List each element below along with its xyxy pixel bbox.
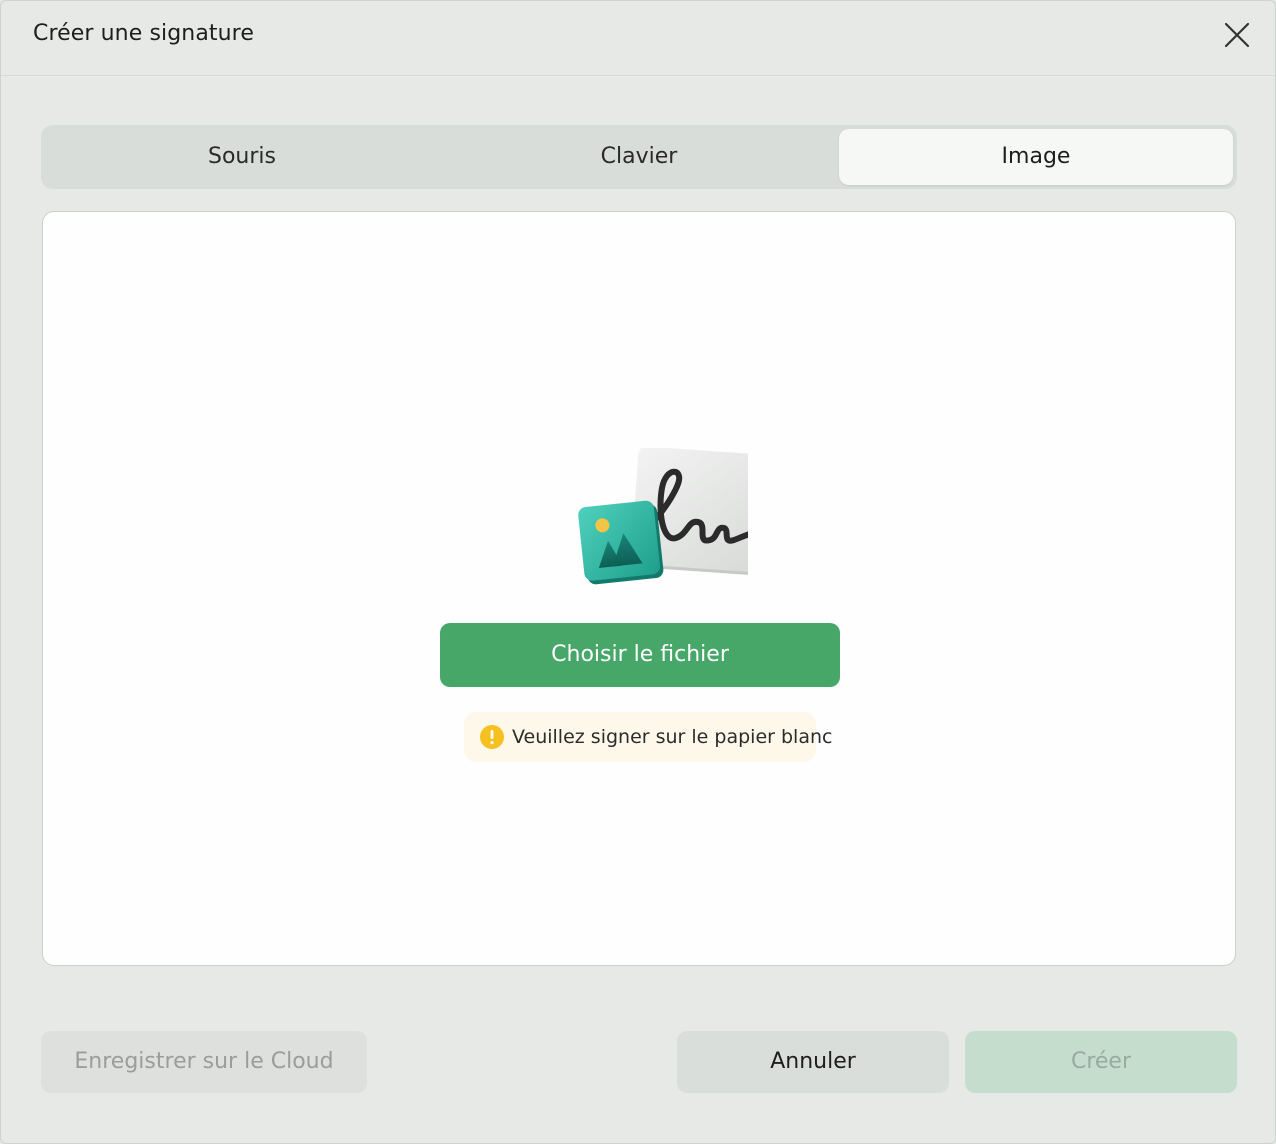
cancel-button[interactable]: Annuler [677, 1031, 949, 1093]
tab-clavier[interactable]: Clavier [442, 129, 836, 185]
hint-banner: Veuillez signer sur le papier blanc [464, 712, 832, 762]
dialog-title: Créer une signature [33, 21, 254, 46]
hint-text: Veuillez signer sur le papier blanc [512, 726, 833, 748]
choose-file-button[interactable]: Choisir le fichier [440, 623, 840, 687]
tab-souris[interactable]: Souris [45, 129, 439, 185]
create-signature-dialog: Créer une signature Souris Clavier Image [0, 0, 1276, 1144]
create-button[interactable]: Créer [965, 1031, 1237, 1093]
warning-icon [480, 725, 504, 749]
signature-image-illustration [538, 446, 788, 588]
signature-method-tabs: Souris Clavier Image [41, 125, 1237, 189]
close-icon[interactable] [1221, 19, 1253, 51]
image-upload-panel: Choisir le fichier Veuillez signer sur l… [42, 211, 1236, 966]
save-to-cloud-button[interactable]: Enregistrer sur le Cloud [41, 1031, 367, 1093]
dialog-titlebar: Créer une signature [1, 1, 1275, 76]
tab-image[interactable]: Image [839, 129, 1233, 185]
